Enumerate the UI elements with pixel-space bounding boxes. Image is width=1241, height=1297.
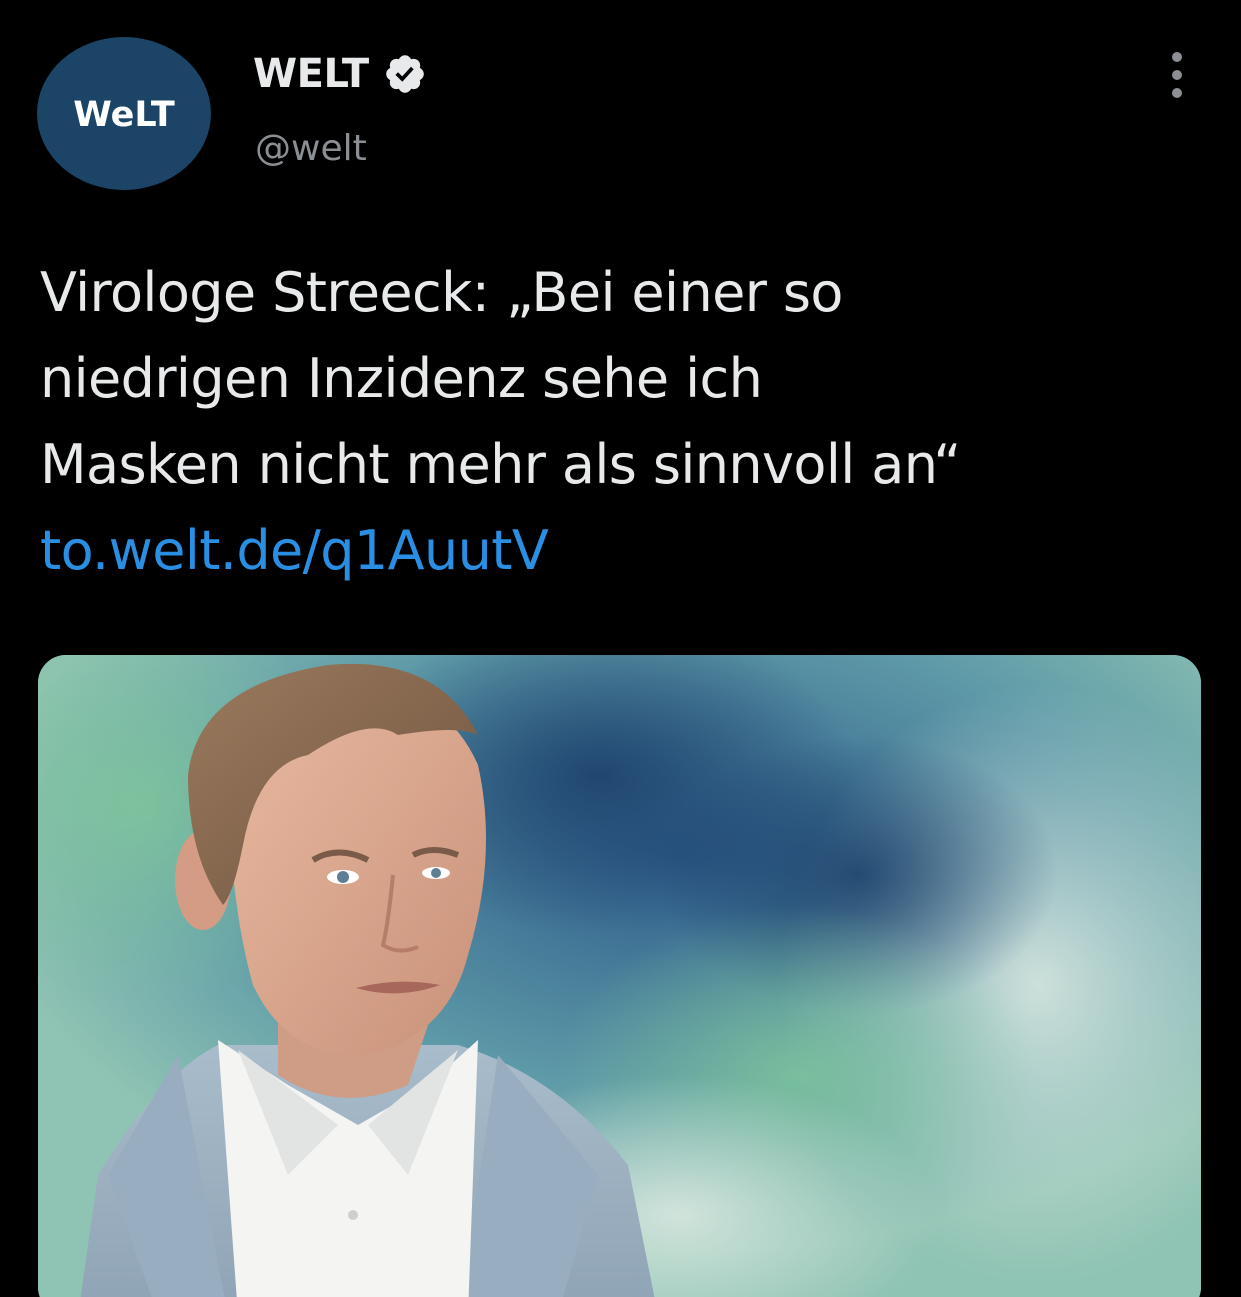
tweet-text-line: niedrigen Inzidenz sehe ich [40, 347, 763, 410]
more-dot [1172, 70, 1182, 80]
tweet-screen: WeLT WELT @welt Virologe Streeck: „Bei e… [0, 0, 1241, 1297]
welt-logo: WeLT [73, 94, 175, 135]
author-display-name[interactable]: WELT [253, 51, 369, 97]
avatar[interactable]: WeLT [37, 37, 211, 190]
author-name-row: WELT [253, 48, 427, 100]
portrait-photo [38, 655, 1201, 1297]
tweet-text-line: Masken nicht mehr als sinnvoll an“ [40, 433, 961, 496]
tweet-text-line: Virologe Streeck: „Bei einer so [40, 261, 843, 324]
tweet-link[interactable]: to.welt.de/q1AuutV [40, 519, 549, 582]
tweet-media-photo[interactable] [38, 655, 1201, 1297]
tweet-text: Virologe Streeck: „Bei einer so niedrige… [40, 250, 1200, 594]
more-options-icon[interactable] [1160, 52, 1194, 98]
more-dot [1172, 52, 1182, 62]
verified-badge-icon [383, 52, 427, 96]
more-dot [1172, 88, 1182, 98]
author-handle[interactable]: @welt [255, 128, 367, 169]
